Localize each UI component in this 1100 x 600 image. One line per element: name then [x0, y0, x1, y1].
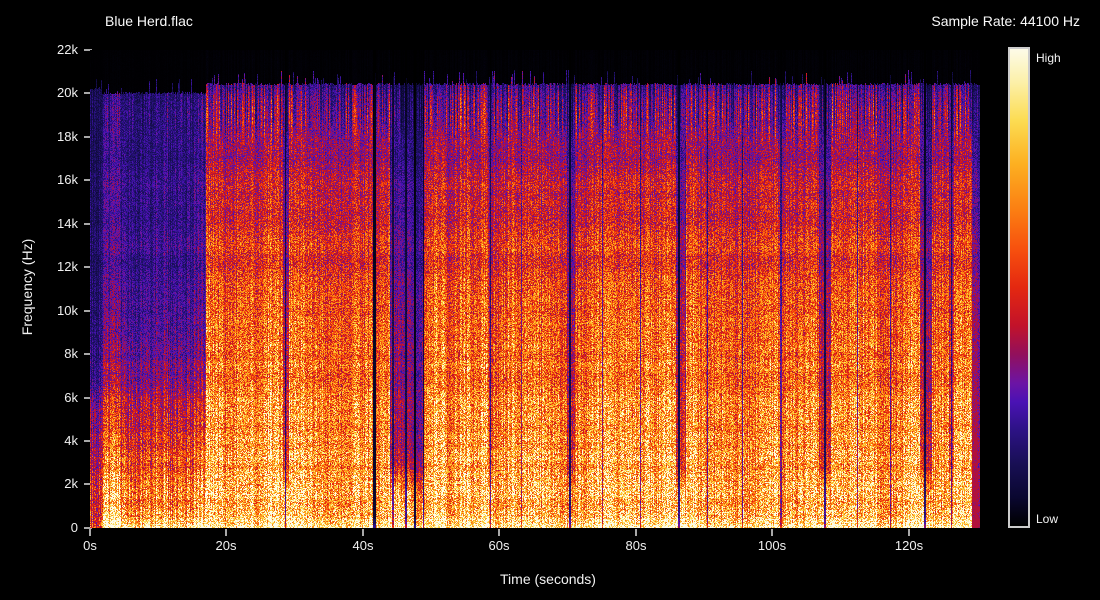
y-tick-label: 20k	[57, 85, 78, 100]
file-title: Blue Herd.flac	[105, 13, 193, 29]
x-tick-label: 20s	[215, 538, 237, 553]
y-tick-label: 4k	[64, 433, 78, 448]
x-tick-label: 120s	[894, 538, 924, 553]
x-axis-label: Time (seconds)	[500, 571, 596, 587]
x-tick-mark	[771, 529, 773, 536]
colorbar-high-label: High	[1036, 51, 1061, 65]
x-tick-label: 0s	[83, 538, 97, 553]
y-axis-label: Frequency (Hz)	[19, 238, 35, 336]
y-tick-label: 8k	[64, 346, 78, 361]
spectrogram-canvas	[90, 50, 980, 528]
intensity-colorbar	[1008, 47, 1030, 528]
x-tick-label: 80s	[625, 538, 647, 553]
x-tick-mark	[89, 529, 91, 536]
x-tick-mark	[498, 529, 500, 536]
x-tick-mark	[362, 529, 364, 536]
y-tick-label: 14k	[57, 216, 78, 231]
y-tick-label: 22k	[57, 42, 78, 57]
x-tick-mark	[225, 529, 227, 536]
y-tick-label: 6k	[64, 390, 78, 405]
x-tick-mark	[908, 529, 910, 536]
y-tick-label: 18k	[57, 129, 78, 144]
x-tick-label: 100s	[757, 538, 787, 553]
x-tick-label: 60s	[488, 538, 510, 553]
y-tick-label: 0	[70, 520, 78, 535]
y-tick-label: 12k	[57, 259, 78, 274]
spectrogram-app: Blue Herd.flac Sample Rate: 44100 Hz Fre…	[0, 0, 1100, 600]
y-tick-label: 16k	[57, 172, 78, 187]
colorbar-low-label: Low	[1036, 512, 1059, 526]
y-tick-label: 10k	[57, 303, 78, 318]
y-tick-label: 2k	[64, 476, 78, 491]
x-tick-mark	[635, 529, 637, 536]
sample-rate-label: Sample Rate: 44100 Hz	[931, 13, 1080, 29]
x-tick-label: 40s	[352, 538, 374, 553]
